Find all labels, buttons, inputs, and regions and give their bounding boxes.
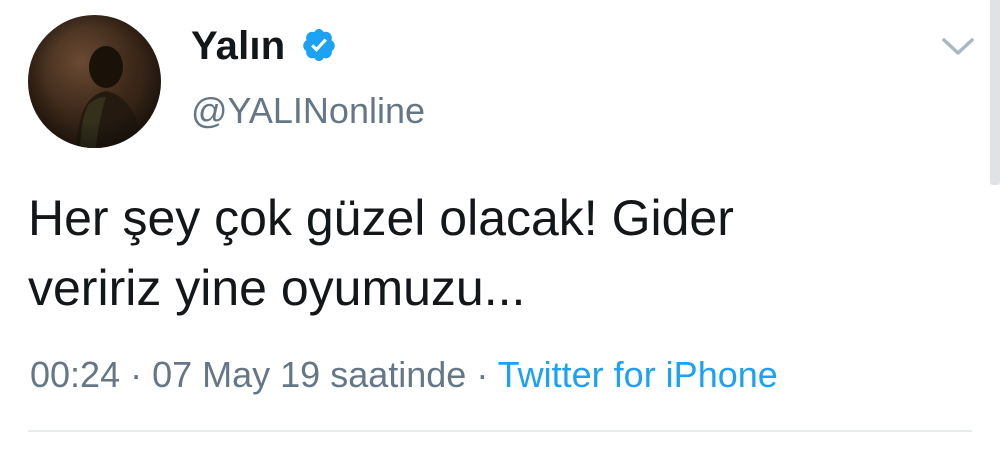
meta-separator: · (120, 354, 153, 395)
chevron-down-icon[interactable] (940, 36, 976, 58)
tweet-date[interactable]: 07 May 19 saatinde (152, 354, 466, 395)
tweet-card: Yalın @YALINonline Her şey çok güzel ola… (0, 0, 1000, 451)
meta-separator: · (466, 354, 498, 395)
scrollbar[interactable] (990, 0, 1000, 185)
verified-badge-icon (303, 28, 335, 62)
avatar-image (28, 15, 161, 148)
tweet-source-link[interactable]: Twitter for iPhone (498, 354, 778, 395)
tweet-meta: 00:24 · 07 May 19 saatinde · Twitter for… (30, 357, 778, 393)
tweet-text-line-1: Her şey çok güzel olacak! Gider (28, 190, 734, 246)
avatar[interactable] (28, 15, 161, 148)
user-handle[interactable]: @YALINonline (191, 93, 425, 129)
tweet-text-line-2: veririz yine oyumuzu... (28, 260, 526, 316)
display-name[interactable]: Yalın (191, 26, 285, 66)
divider (28, 430, 972, 432)
tweet-time[interactable]: 00:24 (30, 354, 120, 395)
tweet-text: Her şey çok güzel olacak! Gider veririz … (28, 183, 958, 323)
